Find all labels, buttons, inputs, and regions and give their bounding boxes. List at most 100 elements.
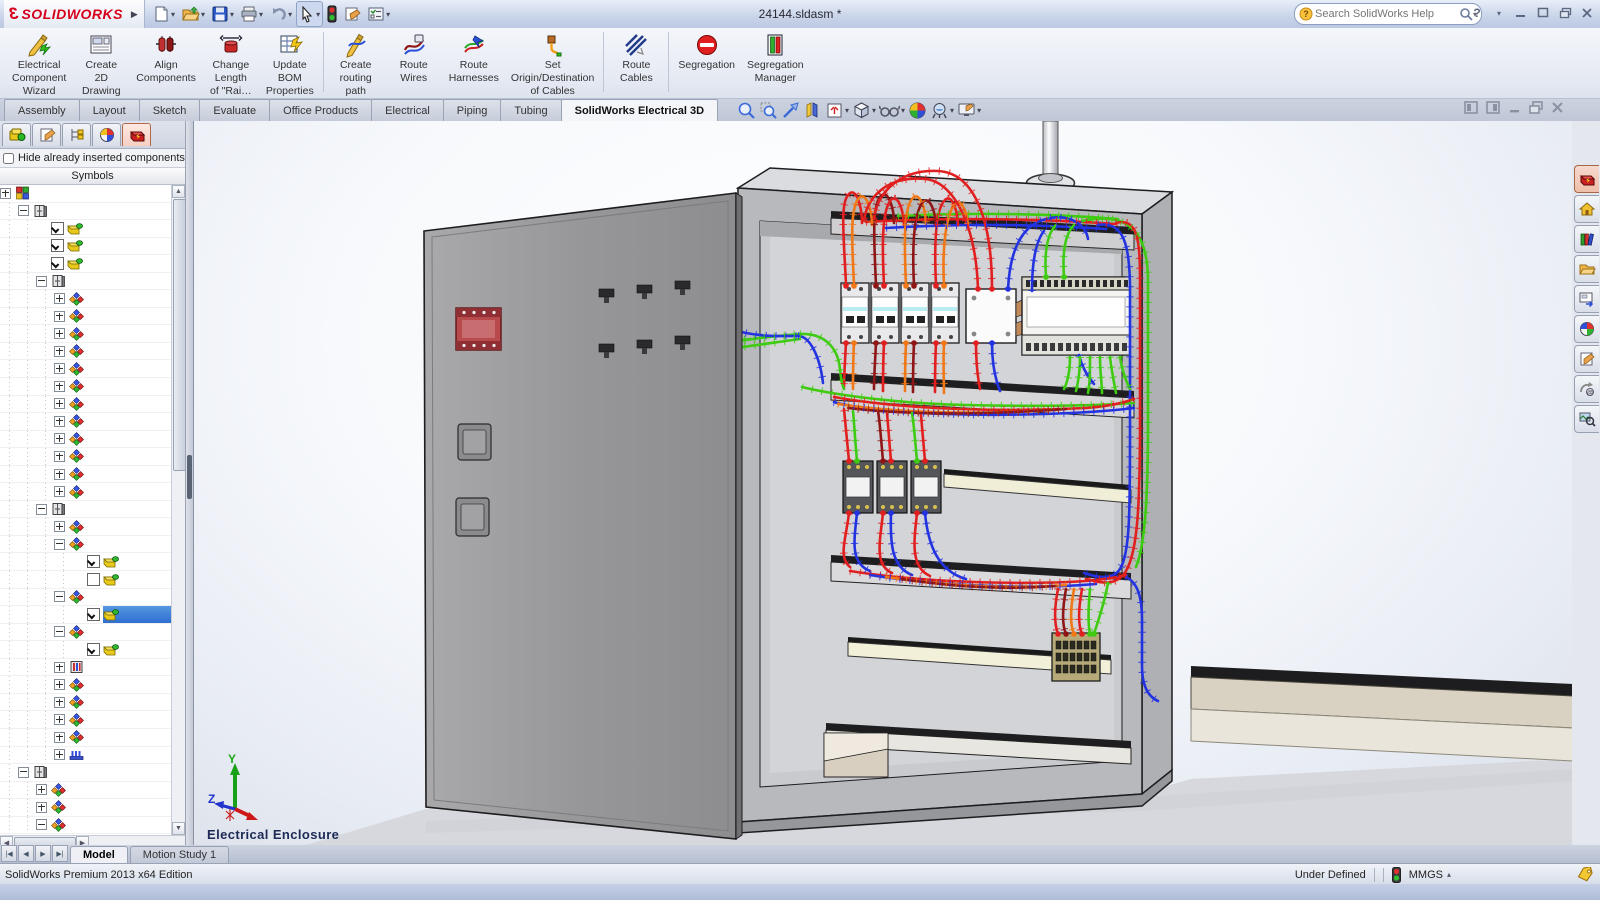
collapse-icon[interactable] [54, 626, 65, 637]
visibility-checkbox[interactable] [87, 643, 100, 656]
dropdown-caret-icon[interactable]: ▾ [845, 106, 849, 115]
tree-item-m2[interactable] [0, 799, 172, 817]
tab-assembly[interactable]: Assembly [4, 99, 80, 121]
tree-item-m1[interactable] [0, 782, 172, 800]
tree-item-h1[interactable] [0, 290, 172, 308]
zoom-area-button[interactable] [759, 101, 778, 120]
sheet-nav-button[interactable]: ▶| [52, 845, 68, 862]
scroll-up-icon[interactable]: ▲ [172, 185, 185, 198]
tree-item-0001[interactable] [0, 220, 172, 238]
tree-item-k2[interactable] [0, 589, 172, 607]
tree-item-n1[interactable] [0, 659, 172, 677]
close-button[interactable] [1576, 3, 1598, 23]
panel-tab-appearances[interactable] [92, 123, 121, 146]
dropdown-caret-icon[interactable]: ▾ [901, 106, 905, 115]
mast-pole[interactable] [1027, 121, 1075, 192]
3d-viewport[interactable]: Y Z Electrical Enclosure [193, 121, 1573, 845]
view-settings-button[interactable]: ▾ [957, 101, 981, 120]
tab-evaluate[interactable]: Evaluate [199, 99, 270, 121]
dropdown-caret-icon[interactable]: ▾ [288, 10, 292, 19]
tree-item-l1[interactable] [0, 203, 172, 221]
maximize-button[interactable] [1532, 3, 1554, 23]
tree-item-k3[interactable] [0, 624, 172, 642]
segregation-button[interactable]: Segregation [674, 31, 739, 72]
expand-icon[interactable] [36, 802, 47, 813]
doc-close-icon[interactable] [1551, 101, 1564, 114]
section-view-button[interactable] [803, 101, 822, 120]
help-button[interactable]: ? [1466, 3, 1488, 23]
expand-icon[interactable] [54, 749, 65, 760]
rebuild-traffic-light-button[interactable] [325, 2, 339, 26]
expand-icon[interactable] [36, 784, 47, 795]
collapse-icon[interactable] [18, 767, 29, 778]
set-origindestination-ofcables-button[interactable]: SetOrigin/Destinationof Cables [507, 31, 598, 98]
expand-icon[interactable] [54, 398, 65, 409]
tab-model[interactable]: Model [70, 846, 128, 863]
tree-item-ladn11[interactable] [0, 571, 172, 589]
collapse-icon[interactable] [36, 276, 47, 287]
tree-item-s4[interactable] [0, 448, 172, 466]
splitter-grip[interactable] [187, 455, 192, 499]
contactors[interactable] [843, 461, 941, 513]
expand-icon[interactable] [54, 363, 65, 374]
hide-show-items-button[interactable]: ▾ [879, 101, 905, 120]
file-properties-button[interactable] [341, 2, 363, 26]
task-tab-solidworks-resources[interactable] [1574, 195, 1599, 223]
tab-sketch[interactable]: Sketch [139, 99, 201, 121]
tree-item-k1[interactable] [0, 536, 172, 554]
dropdown-caret-icon[interactable]: ▾ [386, 10, 390, 19]
task-tab-design-library[interactable] [1574, 225, 1599, 253]
dropdown-caret-icon[interactable]: ▾ [950, 106, 954, 115]
expand-icon[interactable] [54, 416, 65, 427]
segregation-manager-button[interactable]: SegregationManager [743, 31, 808, 85]
hide-inserted-checkbox[interactable] [3, 153, 14, 164]
route-harnesses-button[interactable]: RouteHarnesses [445, 31, 503, 85]
magnified-selection-button[interactable] [781, 101, 800, 120]
tree-item-q1[interactable] [0, 676, 172, 694]
create-routing-path-button[interactable]: Createroutingpath [329, 31, 383, 98]
tree-item-h3[interactable] [0, 325, 172, 343]
create-2d-drawing-button[interactable]: Create2DDrawing [74, 31, 128, 98]
expand-icon[interactable] [54, 469, 65, 480]
expand-icon[interactable] [54, 451, 65, 462]
task-tab-appearances-scenes[interactable] [1574, 315, 1599, 343]
expand-icon[interactable] [54, 697, 65, 708]
expand-icon[interactable] [54, 714, 65, 725]
help-caret-icon[interactable]: ▾ [1488, 3, 1510, 23]
tree-item-l2[interactable] [0, 764, 172, 782]
restore-button[interactable] [1554, 3, 1576, 23]
expand-icon[interactable] [54, 346, 65, 357]
dropdown-caret-icon[interactable]: ▾ [316, 10, 320, 19]
collapse-icon[interactable] [54, 539, 65, 550]
expand-icon[interactable] [54, 521, 65, 532]
conveyor-line[interactable] [1191, 666, 1573, 761]
undo-button[interactable]: ▾ [267, 2, 294, 26]
panel-tab-solidworks-electrical[interactable] [122, 123, 151, 146]
collapse-icon[interactable] [18, 205, 29, 216]
circuit-breakers[interactable] [841, 283, 1028, 343]
update-bom-properties-button[interactable]: UpdateBOMProperties [262, 31, 318, 98]
dropdown-caret-icon[interactable]: ▾ [872, 106, 876, 115]
tree-item-s2[interactable] [0, 413, 172, 431]
open-document-button[interactable]: ▾ [179, 2, 207, 26]
visibility-checkbox[interactable] [51, 222, 64, 235]
tab-piping[interactable]: Piping [443, 99, 502, 121]
scroll-thumb[interactable] [173, 199, 185, 471]
tree-item-h2[interactable] [0, 308, 172, 326]
collapse-icon[interactable] [54, 591, 65, 602]
task-tab-solidworks-electrical[interactable] [1574, 165, 1599, 193]
dropdown-caret-icon[interactable]: ▾ [201, 10, 205, 19]
route-cables-button[interactable]: RouteCables [609, 31, 663, 85]
tree-item-h4[interactable] [0, 343, 172, 361]
minimize-button[interactable] [1510, 3, 1532, 23]
tab-solidworks-electrical-3d[interactable]: SolidWorks Electrical 3D [561, 99, 718, 121]
tree-item-h6[interactable] [0, 378, 172, 396]
select-cursor-button[interactable]: ▾ [296, 1, 323, 27]
electrical-component-wizard-button[interactable]: ElectricalComponentWizard [8, 31, 70, 98]
task-tab-document-preview[interactable] [1574, 405, 1599, 433]
visibility-checkbox[interactable] [87, 555, 100, 568]
expand-icon[interactable] [54, 486, 65, 497]
help-search-box[interactable]: ? ▾ [1294, 3, 1482, 25]
menu-expand-icon[interactable]: ▶ [131, 9, 138, 20]
pane-left-icon[interactable] [1464, 101, 1478, 114]
